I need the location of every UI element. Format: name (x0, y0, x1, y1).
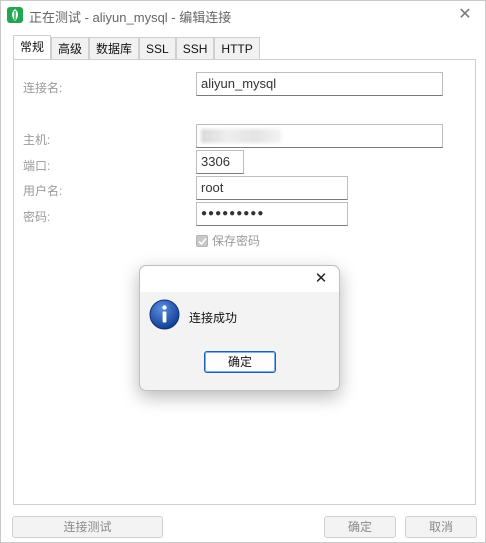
dialog-close-button[interactable]: ✕ (311, 269, 331, 289)
connection-name-label: 连接名: (23, 81, 63, 95)
edit-connection-window: 正在测试 - aliyun_mysql - 编辑连接 ✕ 常规 高级 数据库 S… (0, 0, 486, 543)
tab-general[interactable]: 常规 (13, 35, 52, 61)
tab-http[interactable]: HTTP (214, 37, 260, 61)
dialog-title-bar: ✕ (140, 266, 339, 292)
tab-bar: 常规 高级 数据库 SSL SSH HTTP (13, 35, 260, 61)
save-password-row: 保存密码 (196, 232, 260, 249)
save-password-checkbox[interactable] (196, 235, 208, 247)
tab-ssh[interactable]: SSH (175, 37, 215, 61)
save-password-label: 保存密码 (212, 234, 261, 248)
password-input[interactable]: ●●●●●●●●● (196, 202, 348, 226)
window-close-button[interactable]: ✕ (451, 3, 479, 27)
username-label: 用户名: (23, 184, 63, 198)
ok-button[interactable]: 确定 (324, 516, 396, 538)
port-label: 端口: (23, 159, 51, 173)
dialog-ok-button[interactable]: 确定 (204, 351, 276, 373)
username-input[interactable]: root (196, 176, 348, 200)
window-title: 正在测试 - aliyun_mysql - 编辑连接 (29, 10, 232, 25)
test-connection-button[interactable]: 连接测试 (12, 516, 163, 538)
host-input[interactable] (196, 124, 443, 148)
title-bar: 正在测试 - aliyun_mysql - 编辑连接 ✕ (1, 1, 485, 31)
tab-database[interactable]: 数据库 (89, 37, 140, 61)
dialog-message: 连接成功 (189, 311, 238, 325)
tab-ssl[interactable]: SSL (139, 37, 176, 61)
connection-name-input[interactable]: aliyun_mysql (196, 72, 443, 96)
info-icon (149, 299, 180, 330)
redacted-host-value (201, 129, 281, 143)
password-label: 密码: (23, 210, 51, 224)
port-input[interactable]: 3306 (196, 150, 244, 174)
tab-advanced[interactable]: 高级 (51, 37, 90, 61)
cancel-button[interactable]: 取消 (405, 516, 477, 538)
host-label: 主机: (23, 133, 51, 147)
connection-success-dialog: ✕ 连接成功 确定 (139, 265, 340, 391)
navicat-app-icon (7, 7, 23, 23)
